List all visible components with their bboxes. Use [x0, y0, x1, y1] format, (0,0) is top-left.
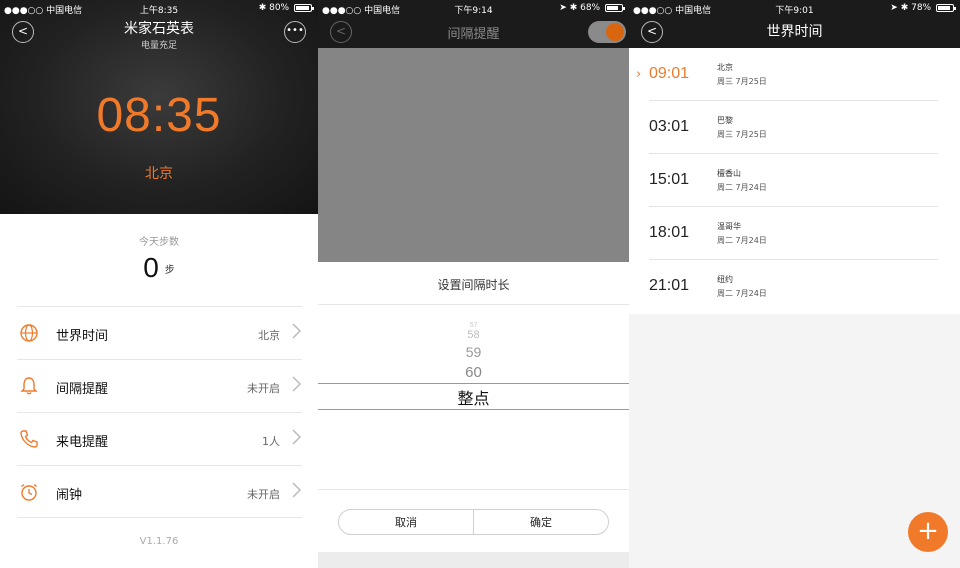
- picker-selection-line: [318, 409, 629, 410]
- sheet-title: 设置间隔时长: [437, 278, 510, 292]
- chevron-right-icon: [292, 482, 302, 498]
- battery-percent: 78%: [911, 3, 932, 13]
- picker-selected-option[interactable]: 整点: [318, 385, 629, 409]
- picker-option[interactable]: 58: [318, 329, 629, 341]
- status-bar: ●●●○○ 中国电信 下午9:14 ➤ ✱ 68%: [318, 0, 629, 16]
- status-bar: ●●●○○ 中国电信 下午9:01 ➤ ✱ 78%: [629, 0, 960, 16]
- city-row-paris[interactable]: 03:01 巴黎 周三 7月25日: [649, 101, 938, 154]
- app-version: V1.1.76: [139, 536, 179, 547]
- clock-city: 北京: [145, 166, 173, 182]
- city-date: 周二 7月24日: [717, 183, 767, 192]
- clock-time: 08:35: [96, 89, 222, 142]
- battery-percent: 80%: [269, 3, 290, 13]
- city-row-new-york[interactable]: 21:01 纽约 周二 7月24日: [649, 260, 938, 313]
- bottom-strip: [318, 552, 629, 568]
- more-dots-icon: •••: [286, 25, 304, 36]
- menu-item-value: 未开启: [247, 382, 280, 395]
- menu-item-value: 北京: [258, 329, 280, 342]
- city-time: 18:01: [649, 224, 690, 241]
- plus-icon: +: [917, 516, 939, 546]
- battery-icon: [605, 3, 625, 12]
- menu-item-value: 1人: [262, 435, 280, 448]
- menu-item-label: 来电提醒: [56, 435, 109, 450]
- alarm-clock-icon: [21, 483, 37, 501]
- city-time: 03:01: [649, 118, 690, 135]
- menu-item-world-time[interactable]: 世界时间 北京: [17, 306, 302, 359]
- city-name: 纽约: [717, 275, 733, 284]
- bell-icon: [20, 377, 38, 395]
- confirm-button[interactable]: 确定: [473, 510, 608, 534]
- battery-subtitle: 电量充足: [140, 41, 177, 51]
- phone-icon: [20, 430, 38, 448]
- menu-item-value: 未开启: [247, 488, 280, 501]
- status-bar: ●●●○○ 中国电信 上午8:35 ✱ 80%: [0, 0, 318, 16]
- menu-item-call-reminder[interactable]: 来电提醒 1人: [17, 412, 302, 465]
- clock-hero: ●●●○○ 中国电信 上午8:35 ✱ 80% < 米家石英表 电量充足 •••…: [0, 0, 318, 214]
- battery-status: ✱ 80%: [259, 3, 314, 13]
- divider: [318, 304, 629, 305]
- steps-value: 0: [143, 252, 159, 283]
- cancel-button[interactable]: 取消: [339, 510, 473, 534]
- interval-reminder-screen: ●●●○○ 中国电信 下午9:14 ➤ ✱ 68% < 间隔提醒 设置间隔时长 …: [318, 0, 629, 568]
- city-date: 周三 7月25日: [717, 130, 767, 139]
- chevron-right-icon: [292, 376, 302, 392]
- city-time: 15:01: [649, 171, 690, 188]
- menu-item-alarm[interactable]: 闹钟 未开启: [17, 465, 302, 518]
- page-title: 世界时间: [766, 24, 823, 40]
- battery-status: ➤ ✱ 78%: [890, 3, 956, 13]
- battery-icon: [936, 3, 956, 12]
- picker-selection-line: [318, 383, 629, 384]
- battery-status: ➤ ✱ 68%: [559, 3, 625, 13]
- city-list: 09:01 北京 周三 7月25日 03:01 巴黎 周三 7月25日 15:0…: [629, 48, 960, 314]
- nav-header: ●●●○○ 中国电信 下午9:14 ➤ ✱ 68% < 间隔提醒: [318, 0, 629, 48]
- battery-icon: [294, 3, 314, 12]
- nav-header: ●●●○○ 中国电信 下午9:01 ➤ ✱ 78% < 世界时间: [629, 0, 960, 48]
- city-time: 21:01: [649, 277, 690, 294]
- more-button[interactable]: •••: [284, 21, 306, 43]
- menu-item-interval-reminder[interactable]: 间隔提醒 未开启: [17, 359, 302, 412]
- toggle-knob: [606, 23, 624, 41]
- current-city-chevron-icon: ›: [636, 67, 642, 82]
- page-title: 间隔提醒: [447, 27, 500, 42]
- steps-unit: 步: [164, 264, 175, 276]
- battery-percent: 68%: [580, 3, 601, 13]
- picker-option[interactable]: 59: [318, 344, 629, 360]
- picker-option[interactable]: 57: [318, 322, 629, 329]
- menu-item-label: 间隔提醒: [56, 382, 109, 397]
- add-city-button[interactable]: +: [908, 512, 948, 552]
- globe-icon: [20, 324, 38, 342]
- picker-option[interactable]: 60: [318, 364, 629, 381]
- steps-count: 0步: [0, 252, 318, 284]
- modal-overlay[interactable]: [318, 48, 629, 262]
- city-name: 檀香山: [717, 169, 741, 178]
- city-name: 巴黎: [717, 116, 733, 125]
- divider: [318, 489, 629, 490]
- city-date: 周三 7月25日: [717, 77, 767, 86]
- city-time: 09:01: [649, 65, 690, 82]
- menu-item-label: 世界时间: [56, 329, 109, 344]
- city-row-beijing[interactable]: 09:01 北京 周三 7月25日: [649, 48, 938, 101]
- city-row-vancouver[interactable]: 18:01 温哥华 周二 7月24日: [649, 207, 938, 260]
- steps-label: 今天步数: [139, 237, 179, 248]
- city-date: 周二 7月24日: [717, 236, 767, 245]
- menu-item-label: 闹钟: [56, 488, 83, 503]
- city-row-honolulu[interactable]: 15:01 檀香山 周二 7月24日: [649, 154, 938, 207]
- city-date: 周二 7月24日: [717, 289, 767, 298]
- page-title: 米家石英表: [124, 21, 194, 37]
- city-name: 北京: [717, 63, 733, 72]
- chevron-right-icon: [292, 323, 302, 339]
- watch-home-screen: ●●●○○ 中国电信 上午8:35 ✱ 80% < 米家石英表 电量充足 •••…: [0, 0, 318, 568]
- interval-reminder-toggle[interactable]: [588, 21, 626, 43]
- sheet-actions: 取消 确定: [338, 509, 609, 535]
- city-name: 温哥华: [717, 222, 741, 231]
- settings-menu: 世界时间 北京 间隔提醒 未开启 来电提醒 1人 闹钟 未开启: [17, 306, 302, 518]
- chevron-right-icon: [292, 429, 302, 445]
- world-time-screen: ●●●○○ 中国电信 下午9:01 ➤ ✱ 78% < 世界时间 09:01 北…: [629, 0, 960, 568]
